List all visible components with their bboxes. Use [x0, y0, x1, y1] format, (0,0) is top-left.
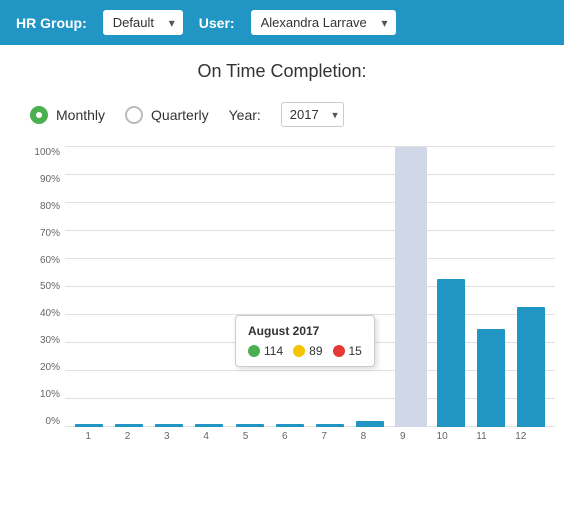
year-select[interactable]: 2017 2016 2018 — [281, 102, 344, 127]
chart-bar[interactable] — [356, 421, 384, 427]
year-label: Year: — [229, 107, 261, 123]
user-select-wrapper[interactable]: Alexandra Larrave — [251, 10, 396, 35]
x-axis-label: 7 — [306, 431, 342, 442]
bar-column — [392, 147, 429, 427]
x-axis-label: 6 — [267, 431, 303, 442]
y-axis-label: 30% — [20, 335, 60, 346]
chart-bar[interactable] — [155, 424, 183, 427]
y-axis-label: 80% — [20, 201, 60, 212]
main-content: On Time Completion: Monthly Quarterly Ye… — [0, 45, 564, 488]
x-axis-label: 5 — [227, 431, 263, 442]
year-select-wrapper[interactable]: 2017 2016 2018 — [281, 102, 344, 127]
quarterly-radio-circle[interactable] — [125, 106, 143, 124]
x-axis-label: 8 — [345, 431, 381, 442]
chart-bar[interactable] — [517, 307, 545, 427]
chart-bar[interactable] — [75, 424, 103, 427]
chart-bar[interactable] — [437, 279, 465, 427]
x-axis-label: 11 — [463, 431, 499, 442]
x-axis-label: 10 — [424, 431, 460, 442]
x-axis-label: 1 — [70, 431, 106, 442]
chart-bar[interactable] — [276, 424, 304, 427]
header: HR Group: Default User: Alexandra Larrav… — [0, 0, 564, 45]
x-axis-label: 4 — [188, 431, 224, 442]
tooltip-value: 15 — [349, 344, 362, 358]
y-axis-label: 60% — [20, 255, 60, 266]
chart-bar[interactable] — [477, 329, 505, 427]
y-axis-label: 40% — [20, 308, 60, 319]
chart-bar[interactable] — [236, 424, 264, 427]
bar-column — [151, 147, 188, 427]
quarterly-label: Quarterly — [151, 107, 209, 123]
y-axis-label: 20% — [20, 362, 60, 373]
tooltip-item: 114 — [248, 344, 283, 358]
x-axis-label: 2 — [109, 431, 145, 442]
x-axis: 123456789101112 — [65, 431, 544, 442]
bar-column — [271, 147, 308, 427]
hr-group-select[interactable]: Default — [103, 10, 183, 35]
chart-bar[interactable] — [195, 424, 223, 427]
bar-column — [513, 147, 550, 427]
chart-bar[interactable] — [115, 424, 143, 427]
chart-tooltip: August 2017 114 89 15 — [235, 315, 375, 367]
y-axis-label: 100% — [20, 147, 60, 158]
bar-column — [432, 147, 469, 427]
hr-group-select-wrapper[interactable]: Default — [103, 10, 183, 35]
x-axis-label: 3 — [149, 431, 185, 442]
tooltip-value: 89 — [309, 344, 322, 358]
bar-column — [110, 147, 147, 427]
tooltip-title: August 2017 — [248, 324, 362, 338]
monthly-radio-circle[interactable] — [30, 106, 48, 124]
y-axis-label: 70% — [20, 228, 60, 239]
monthly-label: Monthly — [56, 107, 105, 123]
y-axis-label: 90% — [20, 174, 60, 185]
page-title: On Time Completion: — [20, 61, 544, 82]
chart-bar[interactable] — [316, 424, 344, 427]
tooltip-dot — [333, 345, 345, 357]
y-axis-label: 0% — [20, 416, 60, 427]
bars-container — [65, 147, 555, 427]
bar-column — [191, 147, 228, 427]
user-label: User: — [199, 15, 235, 31]
monthly-radio[interactable]: Monthly — [30, 106, 105, 124]
chart-controls: Monthly Quarterly Year: 2017 2016 2018 — [20, 102, 544, 127]
tooltip-value: 114 — [264, 344, 283, 358]
chart-bar[interactable] — [395, 147, 427, 427]
bar-column — [352, 147, 389, 427]
chart-area: 0% 10% 20% 30% 40% 50% 60% 70% 80% 90% 100% August… — [20, 147, 544, 472]
y-axis-label: 50% — [20, 281, 60, 292]
user-select[interactable]: Alexandra Larrave — [251, 10, 396, 35]
quarterly-radio[interactable]: Quarterly — [125, 106, 209, 124]
tooltip-dot — [248, 345, 260, 357]
x-axis-label: 12 — [503, 431, 539, 442]
hr-group-label: HR Group: — [16, 15, 87, 31]
bar-column — [70, 147, 107, 427]
tooltip-item: 15 — [333, 344, 362, 358]
bar-column — [312, 147, 349, 427]
tooltip-dot — [293, 345, 305, 357]
bar-column — [231, 147, 268, 427]
y-axis-label: 10% — [20, 389, 60, 400]
x-axis-label: 9 — [385, 431, 421, 442]
chart-canvas: August 2017 114 89 15 — [65, 147, 555, 427]
tooltip-item: 89 — [293, 344, 322, 358]
bar-column — [473, 147, 510, 427]
y-axis: 0% 10% 20% 30% 40% 50% 60% 70% 80% 90% 100% — [20, 147, 60, 427]
tooltip-items: 114 89 15 — [248, 344, 362, 358]
